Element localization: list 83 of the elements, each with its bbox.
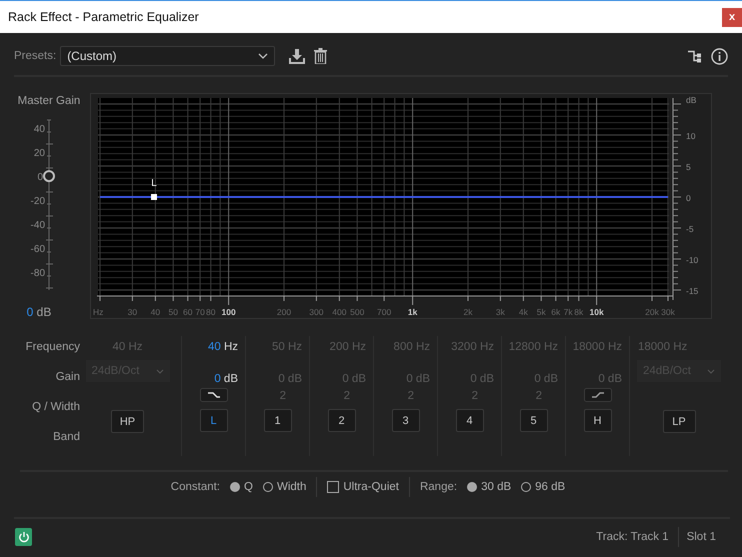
- gain-axis-label: 10: [686, 131, 696, 141]
- master-gain-value: 0 dB: [26, 305, 52, 319]
- slot-label: Slot 1: [686, 531, 716, 543]
- frequency-label: 200: [276, 307, 292, 317]
- scale-label: -60: [30, 244, 45, 255]
- handle-label: L: [151, 178, 157, 189]
- download-icon[interactable]: [289, 48, 306, 64]
- low-shelf-icon[interactable]: [200, 388, 228, 402]
- band-button[interactable]: 4: [456, 409, 484, 432]
- gain-value[interactable]: 0 dB: [214, 368, 238, 390]
- ultra-quiet-checkbox[interactable]: Ultra-Quiet: [327, 481, 399, 493]
- constant-radio[interactable]: Q: [230, 481, 253, 493]
- range-radio[interactable]: 96 dB: [521, 481, 566, 493]
- frequency-label: 40: [150, 307, 160, 317]
- gain-axis-label: 5: [686, 162, 691, 172]
- frequency-label: 20k: [645, 307, 659, 317]
- frequency-label: 7k: [564, 307, 573, 317]
- range-label: Range:: [420, 481, 458, 493]
- routing-icon[interactable]: [688, 50, 701, 62]
- frequency-label: 70: [195, 307, 205, 317]
- frequency-label: 30k: [661, 307, 675, 317]
- row-label: Q / Width: [32, 400, 80, 415]
- high-shelf-icon[interactable]: [584, 388, 612, 402]
- power-button[interactable]: [15, 528, 32, 546]
- frequency-label: 3k: [496, 307, 505, 317]
- frequency-label: 50: [168, 307, 178, 317]
- band-button[interactable]: 3: [392, 409, 420, 432]
- frequency-label: 80: [206, 307, 216, 317]
- row-label: Band: [53, 430, 80, 445]
- scale-label: 40: [34, 124, 45, 135]
- row-label: Gain: [56, 370, 80, 385]
- band-button[interactable]: HP: [111, 410, 144, 433]
- band-button[interactable]: LP: [662, 410, 696, 433]
- chevron-icon: [156, 368, 164, 374]
- frequency-label: 100: [222, 307, 236, 317]
- frequency-label: 4k: [518, 307, 528, 317]
- frequency-label: 10k: [590, 307, 604, 317]
- gain-axis-label: -5: [686, 224, 694, 234]
- band-button[interactable]: 2: [328, 409, 356, 432]
- band-button[interactable]: L: [200, 409, 228, 432]
- window-title: Rack Effect - Parametric Equalizer: [8, 10, 199, 24]
- frequency-label: 6k: [551, 307, 560, 317]
- row-label: Frequency: [26, 340, 80, 355]
- frequency-label: 1k: [408, 307, 418, 317]
- frequency-label: 400: [332, 307, 346, 317]
- scale-label: -40: [30, 220, 45, 231]
- gain-axis-label: -10: [686, 255, 698, 265]
- gain-axis-label: dB: [686, 95, 696, 105]
- scale-label: -80: [30, 268, 45, 279]
- track-label: Track: Track 1: [596, 531, 669, 543]
- band-button[interactable]: 5: [520, 409, 548, 432]
- frequency-label: 2k: [464, 307, 472, 317]
- band-handle[interactable]: [151, 194, 157, 200]
- gain-slider-thumb[interactable]: [43, 170, 55, 182]
- info-icon[interactable]: [711, 48, 728, 64]
- gain-axis-label: 0: [686, 193, 691, 203]
- constant-label: Constant:: [170, 481, 220, 493]
- frequency-value[interactable]: 40 Hz: [208, 336, 238, 358]
- chevron-icon: [707, 368, 715, 374]
- frequency-label: Hz: [93, 307, 104, 317]
- frequency-label: 30: [128, 307, 138, 317]
- scale-label: -20: [30, 196, 45, 207]
- presets-label: Presets:: [14, 50, 56, 62]
- band-button[interactable]: H: [584, 409, 612, 432]
- presets-dropdown[interactable]: (Custom): [60, 46, 276, 66]
- power-icon: [18, 531, 30, 543]
- frequency-label: 500: [350, 307, 364, 317]
- constant-radio[interactable]: Width: [262, 481, 306, 493]
- scale-label: 20: [34, 148, 45, 159]
- frequency-label: 700: [377, 307, 392, 317]
- gain-axis-label: -15: [686, 286, 698, 296]
- close-button[interactable]: x: [722, 8, 742, 26]
- frequency-label: 60: [183, 307, 193, 317]
- frequency-label: 8k: [574, 307, 584, 317]
- master-gain-label: Master Gain: [18, 94, 80, 108]
- eq-graph[interactable]: Hz 30 40 50 60 7080 100 200 300 400 500 700 1k 2k 3k 4k 5k 6k 7k 8k 10k 20k 30k dB 10 5 0 -5 -10 -15 L: [90, 93, 712, 319]
- range-radio[interactable]: 30 dB: [467, 481, 512, 493]
- trash-icon[interactable]: [314, 48, 328, 64]
- frequency-label: 5k: [536, 307, 546, 317]
- chevron-icon: [258, 53, 268, 59]
- scale-label: 0: [37, 172, 43, 183]
- frequency-label: 300: [309, 307, 324, 317]
- band-button[interactable]: 1: [264, 409, 292, 432]
